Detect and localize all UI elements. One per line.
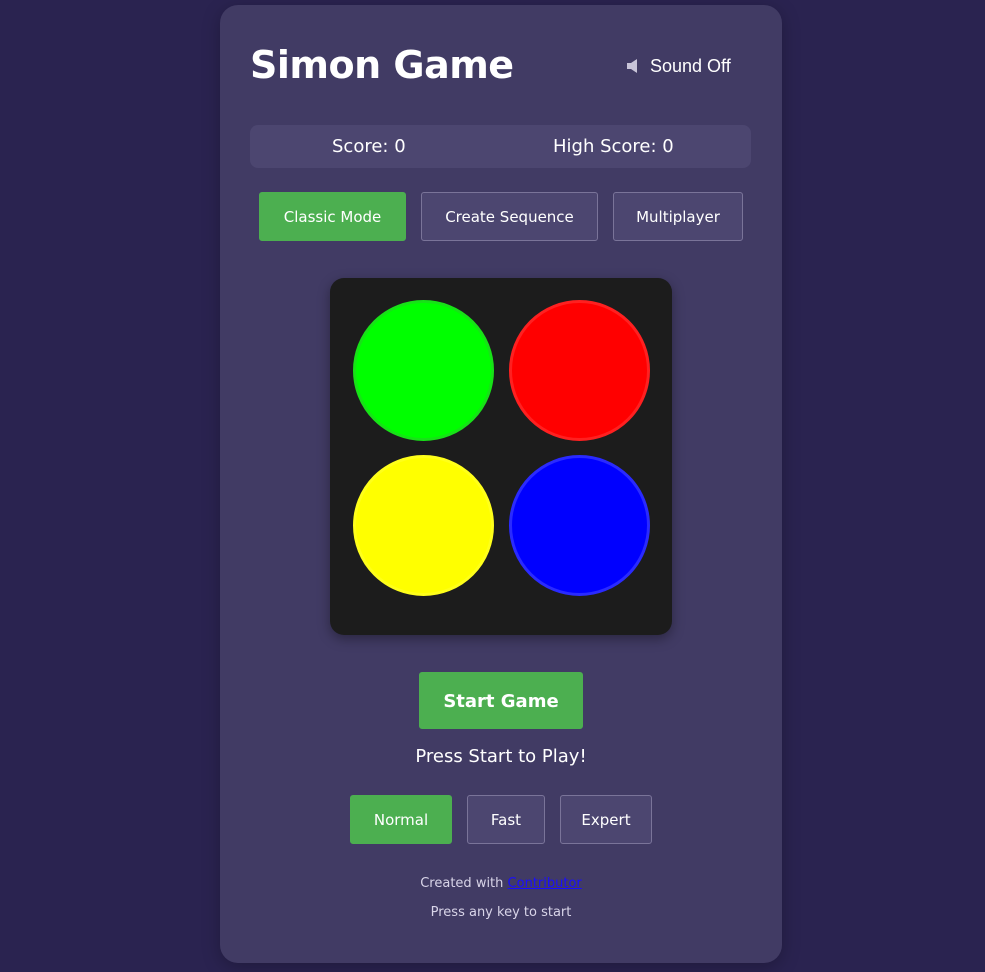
speed-button-fast[interactable]: Fast <box>467 795 545 844</box>
sound-toggle[interactable]: Sound Off <box>626 53 731 79</box>
speed-button-normal[interactable]: Normal <box>350 795 452 844</box>
start-game-button[interactable]: Start Game <box>419 672 583 729</box>
credit-prefix: Created with <box>420 876 504 891</box>
page-title: Simon Game <box>250 43 514 87</box>
sound-toggle-label: Sound Off <box>650 55 731 76</box>
game-board <box>330 278 672 635</box>
keyboard-hint: Press any key to start <box>430 905 572 920</box>
speed-button-expert[interactable]: Expert <box>560 795 652 844</box>
contributor-link[interactable]: Contributor <box>508 876 582 891</box>
high-score-display: High Score: 0 <box>553 136 674 157</box>
credit-line: Created with Contributor <box>220 875 782 893</box>
mode-button-multiplayer[interactable]: Multiplayer <box>613 192 743 241</box>
mode-button-create-sequence[interactable]: Create Sequence <box>421 192 598 241</box>
pad-green[interactable] <box>353 300 494 441</box>
game-card: Simon Game Sound Off Score: 0 High Score… <box>220 5 782 963</box>
mode-button-classic[interactable]: Classic Mode <box>259 192 406 241</box>
status-message: Press Start to Play! <box>415 746 587 767</box>
pad-blue[interactable] <box>509 455 650 596</box>
pad-red[interactable] <box>509 300 650 441</box>
score-bar: Score: 0 High Score: 0 <box>250 125 751 168</box>
pad-yellow[interactable] <box>353 455 494 596</box>
score-display: Score: 0 <box>332 136 406 157</box>
speaker-muted-icon <box>626 59 640 73</box>
